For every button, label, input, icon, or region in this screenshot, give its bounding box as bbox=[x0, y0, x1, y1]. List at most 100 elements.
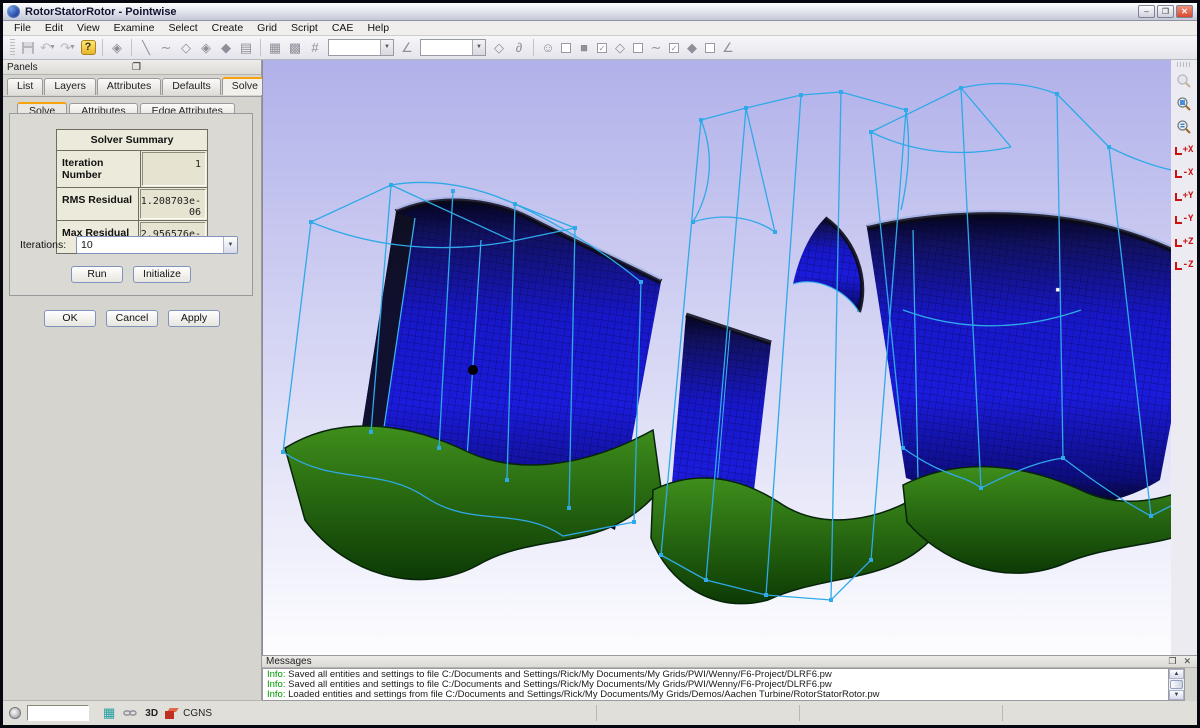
status-separator bbox=[799, 705, 800, 721]
mask-spacing-checkbox[interactable] bbox=[705, 43, 715, 53]
dimension-value[interactable] bbox=[329, 40, 380, 55]
scroll-thumb[interactable] bbox=[1170, 680, 1183, 689]
zoom-to-fit-button[interactable] bbox=[1174, 93, 1195, 114]
tab-defaults[interactable]: Defaults bbox=[162, 78, 221, 95]
view-minus-x-button[interactable]: -X bbox=[1174, 162, 1195, 183]
menu-edit[interactable]: Edit bbox=[38, 22, 70, 34]
panels-title: Panels bbox=[7, 62, 132, 73]
run-button[interactable]: Run bbox=[71, 266, 123, 283]
mask-domain-button[interactable]: ◇ bbox=[610, 38, 630, 57]
ok-button[interactable]: OK bbox=[44, 310, 96, 327]
apply-button[interactable]: Apply bbox=[168, 310, 220, 327]
restore-button[interactable]: ❐ bbox=[1157, 5, 1174, 18]
mask-connector-button[interactable]: ∼ bbox=[646, 38, 666, 57]
cube-icon: ■ bbox=[580, 40, 588, 55]
mask-domain-checkbox[interactable] bbox=[633, 43, 643, 53]
panels-float-icon[interactable]: ❐ bbox=[132, 62, 257, 73]
initialize-button[interactable]: Initialize bbox=[133, 266, 191, 283]
dimension-combobox[interactable]: ▼ bbox=[328, 39, 394, 56]
messages-scrollbar[interactable]: ▲ ▼ bbox=[1168, 668, 1185, 701]
iterations-combobox[interactable]: 10 ▼ bbox=[76, 236, 238, 254]
iterations-dropdown-icon[interactable]: ▼ bbox=[223, 237, 237, 253]
view-minus-y-button[interactable]: -Y bbox=[1174, 208, 1195, 229]
save-icon bbox=[21, 41, 35, 55]
view-plus-z-button[interactable]: +Z bbox=[1174, 231, 1195, 252]
create-domain-button[interactable]: ◇ bbox=[176, 38, 196, 57]
unstructured-grid-button[interactable]: ▩ bbox=[285, 38, 305, 57]
mask-block-button[interactable]: ■ bbox=[574, 38, 594, 57]
create-block-button[interactable]: ▤ bbox=[236, 38, 256, 57]
link-icon bbox=[123, 708, 137, 718]
zoom-button[interactable] bbox=[1174, 70, 1195, 91]
messages-list[interactable]: Info: Saved all entities and settings to… bbox=[262, 668, 1168, 701]
tab-list[interactable]: List bbox=[7, 78, 43, 95]
angle-combobox[interactable]: ▼ bbox=[420, 39, 486, 56]
mask-point-button[interactable]: ∠ bbox=[718, 38, 738, 57]
toolbar-grip[interactable] bbox=[10, 39, 15, 56]
layers-icon: ◈ bbox=[112, 40, 122, 56]
iterations-value[interactable]: 10 bbox=[77, 237, 223, 253]
angle-value[interactable] bbox=[421, 40, 472, 55]
close-button[interactable]: ✕ bbox=[1176, 5, 1193, 18]
mask-block-checkbox[interactable]: ✓ bbox=[597, 43, 607, 53]
viewport-3d-scene[interactable] bbox=[263, 60, 1171, 655]
save-button[interactable] bbox=[18, 38, 38, 57]
assemble-button[interactable]: ◇ bbox=[489, 38, 509, 57]
selected-point-marker[interactable] bbox=[468, 365, 478, 375]
grid-status-icon: ▦ bbox=[103, 705, 115, 721]
minimize-button[interactable]: – bbox=[1138, 5, 1155, 18]
angle-button[interactable]: ∠ bbox=[397, 38, 417, 57]
messages-float-icon[interactable]: ❐ bbox=[1168, 656, 1176, 667]
status-separator bbox=[596, 705, 597, 721]
view-plus-y-button[interactable]: +Y bbox=[1174, 185, 1195, 206]
viewport-3d[interactable] bbox=[262, 60, 1170, 655]
angle-dropdown-icon[interactable]: ▼ bbox=[472, 40, 485, 55]
toolbar-separator bbox=[131, 39, 132, 56]
view-minus-z-button[interactable]: -Z bbox=[1174, 254, 1195, 275]
title-bar: RotorStatorRotor - Pointwise – ❐ ✕ bbox=[3, 3, 1197, 21]
create-curve-button[interactable]: ∼ bbox=[156, 38, 176, 57]
menu-cae[interactable]: CAE bbox=[325, 22, 361, 34]
messages-close-icon[interactable]: ✕ bbox=[1183, 656, 1191, 667]
panels-dock: Panels ❐ List Layers Attributes Defaults… bbox=[3, 60, 262, 700]
mask-spacing-button[interactable]: ◆ bbox=[682, 38, 702, 57]
zoom-equal-button[interactable] bbox=[1174, 116, 1195, 137]
scroll-down-icon[interactable]: ▼ bbox=[1169, 690, 1184, 700]
redo-button[interactable]: ↷▼ bbox=[58, 38, 78, 57]
create-surface-button[interactable]: ◈ bbox=[196, 38, 216, 57]
view-toolbar-grip[interactable] bbox=[1177, 62, 1191, 67]
scroll-up-icon[interactable]: ▲ bbox=[1169, 669, 1184, 679]
create-connector-button[interactable]: ╲ bbox=[136, 38, 156, 57]
undo-dropdown-icon: ▼ bbox=[49, 44, 56, 51]
dimension-dropdown-icon[interactable]: ▼ bbox=[380, 40, 393, 55]
menu-help[interactable]: Help bbox=[360, 22, 396, 34]
table-row: Iteration Number 1 bbox=[57, 151, 207, 188]
help-button[interactable]: ? bbox=[78, 38, 98, 57]
axis-label: -Z bbox=[1183, 260, 1194, 270]
menu-script[interactable]: Script bbox=[284, 22, 325, 34]
cancel-button[interactable]: Cancel bbox=[106, 310, 158, 327]
menu-file[interactable]: File bbox=[7, 22, 38, 34]
axis-label: +Z bbox=[1183, 237, 1194, 247]
derivative-button[interactable]: ∂ bbox=[509, 38, 529, 57]
menu-create[interactable]: Create bbox=[205, 22, 251, 34]
menu-grid[interactable]: Grid bbox=[250, 22, 284, 34]
menu-view[interactable]: View bbox=[70, 22, 107, 34]
structured-grid-button[interactable]: ▦ bbox=[265, 38, 285, 57]
create-extrude-button[interactable]: ◆ bbox=[216, 38, 236, 57]
view-plus-x-button[interactable]: +X bbox=[1174, 139, 1195, 160]
app-window: RotorStatorRotor - Pointwise – ❐ ✕ File … bbox=[0, 0, 1200, 728]
undo-button[interactable]: ↶▼ bbox=[38, 38, 58, 57]
tab-layers[interactable]: Layers bbox=[44, 78, 96, 95]
dimension-button[interactable]: # bbox=[305, 38, 325, 57]
tab-attributes[interactable]: Attributes bbox=[97, 78, 161, 95]
mask-connector-checkbox[interactable]: ✓ bbox=[669, 43, 679, 53]
menu-examine[interactable]: Examine bbox=[107, 22, 162, 34]
row-value: 1.208703e-06 bbox=[140, 189, 206, 219]
axis-label: +Y bbox=[1183, 191, 1194, 201]
mask-database-button[interactable]: ☺ bbox=[538, 38, 558, 57]
mask-database-checkbox[interactable] bbox=[561, 43, 571, 53]
menu-select[interactable]: Select bbox=[161, 22, 204, 34]
magnifier-icon bbox=[1176, 73, 1192, 89]
layers-button[interactable]: ◈ bbox=[107, 38, 127, 57]
